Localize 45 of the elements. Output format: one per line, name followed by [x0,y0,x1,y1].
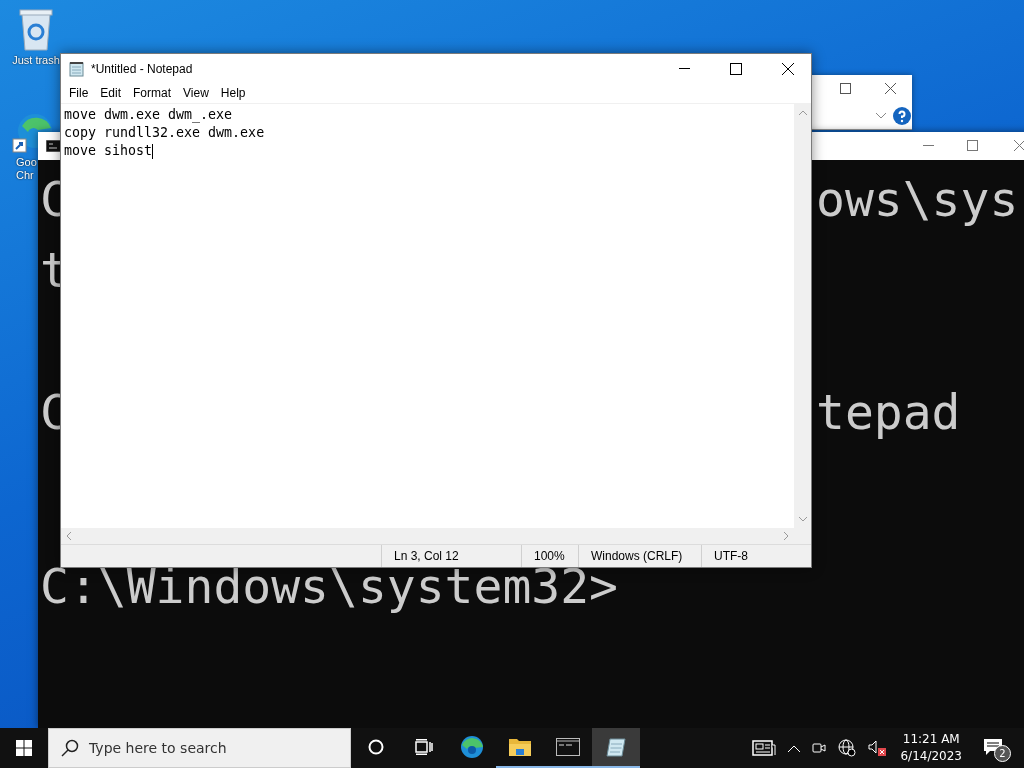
window-title: *Untitled - Notepad [91,61,194,76]
circle-icon [368,739,384,755]
news-icon[interactable] [752,740,777,756]
status-bar-field: 100% [521,545,578,567]
text-line: move dwm.exe dwm_.exe [64,106,233,124]
menu-item[interactable]: Format [127,84,178,102]
menu-item[interactable]: Help [214,84,252,102]
text-cursor [152,143,154,159]
muted-speaker-icon[interactable] [868,740,887,756]
folder-icon [508,737,532,757]
text-line: copy rundll32.exe dwm.exe [64,124,265,142]
menu-item[interactable]: Edit [94,84,128,102]
help-icon[interactable] [893,107,911,125]
chevron-up-icon[interactable] [788,744,801,752]
close-icon[interactable] [782,62,794,75]
desktop-icon-label: Goo [16,156,37,169]
search-field[interactable]: Type here to search [48,728,351,768]
start-icon[interactable] [16,740,32,756]
status-bar-field: UTF-8 [701,545,760,567]
text-area[interactable]: move dwm.exe dwm_.exe copy rundll32.exe dwm.exe move sihost [61,104,794,528]
maximize-icon[interactable] [730,62,742,75]
desktop-icon-label: Just trash [12,54,60,67]
status-bar-field: Windows (CRLF) [578,545,701,567]
task-view-icon [415,739,433,755]
notification-count: 2 [994,745,1011,762]
close-icon[interactable] [885,83,896,94]
maximize-icon[interactable] [840,83,851,94]
clock-time[interactable]: 11:21 AM [902,731,960,748]
menu-item[interactable]: File [63,84,95,102]
console-text: ows\sys [816,170,1019,229]
text-line: move sihost [64,142,153,160]
clock-date[interactable]: 6/14/2023 [900,748,962,765]
camera-icon[interactable] [812,741,827,755]
chevron-down-icon[interactable] [876,113,886,119]
notepad-icon [605,736,627,758]
terminal-icon [556,738,580,756]
menu-item[interactable]: View [177,84,215,102]
notepad-icon [69,60,85,77]
browser-icon [460,735,484,759]
taskbar-button[interactable] [592,728,640,768]
desktop-icon-label: Chr [16,169,34,182]
recycle-bin-icon[interactable] [16,6,56,52]
console-text: tepad [816,383,961,442]
network-icon[interactable] [838,739,857,757]
search-icon [61,739,79,757]
